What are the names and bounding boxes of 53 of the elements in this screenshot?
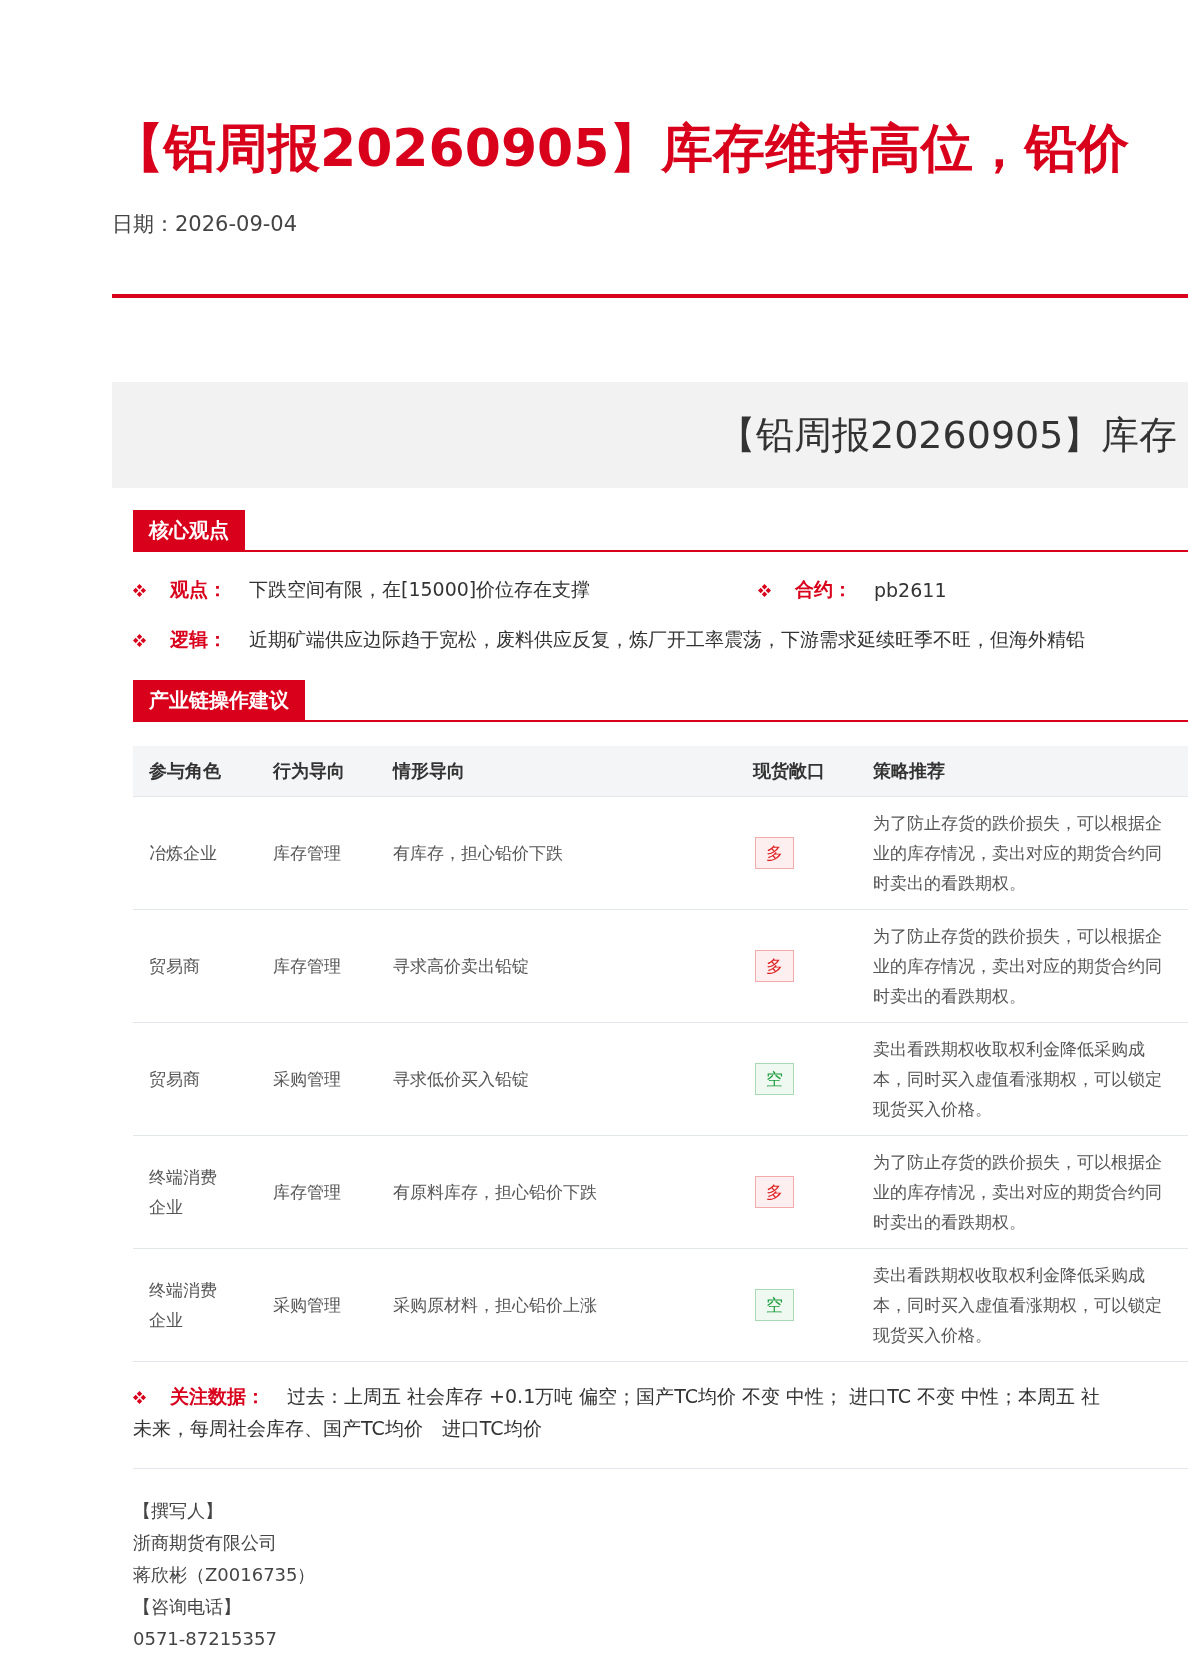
column-header: 参与角色 [148, 759, 222, 783]
exposure-badge: 空 [755, 1063, 794, 1095]
column-header: 策略推荐 [872, 759, 946, 783]
table-cell-text: 有库存，担心铅价下跌 [392, 842, 564, 865]
footer-text: 【咨询电话】 [133, 1595, 241, 1619]
table-cell-text: 寻求高价卖出铅锭 [392, 955, 530, 978]
table-cell-text: 为了防止存货的跌价损失，可以根据企 业的库存情况，卖出对应的期货合约同 时卖出的看跌期权。 [872, 925, 1163, 1008]
report-title: 【铅周报20260905】库存维持高位，铅价 [112, 117, 1130, 180]
title-banner: 【铅周报20260905】库存 [112, 382, 1188, 488]
logic-text: 近期矿端供应边际趋于宽松，废料供应反复，炼厂开工率震荡，下游需求延续旺季不旺，但海外精铅 [249, 627, 1085, 652]
table-cell-text: 卖出看跌期权收取权利金降低采购成 本，同时买入虚值看涨期权，可以锁定 现货买入价格。 [872, 1264, 1163, 1347]
exposure-badge: 多 [755, 950, 794, 982]
table-cell-text: 寻求低价买入铅锭 [392, 1068, 530, 1091]
footer-text: 0571-87215357 [133, 1627, 277, 1651]
bullet-icon [758, 583, 771, 597]
bullet-icon [133, 633, 146, 647]
column-header: 现货敞口 [751, 759, 826, 783]
exposure-badge: 多 [755, 837, 794, 869]
table-cell-text: 有原料库存，担心铅价下跌 [392, 1181, 598, 1204]
table-cell-text: 终端消费企业 [148, 1279, 218, 1332]
section-heading: 产业链操作建议 [133, 680, 305, 720]
focus-text: 未来，每周社会库存、国产TC均价 进口TC均价 [133, 1416, 543, 1441]
contract-label: 合约： [795, 577, 852, 602]
contract-text: pb2611 [874, 579, 947, 601]
table-cell-text: 库存管理 [272, 1181, 342, 1204]
table-cell-text: 卖出看跌期权收取权利金降低采购成 本，同时买入虚值看涨期权，可以锁定 现货买入价格。 [872, 1038, 1163, 1121]
table-cell-text: 库存管理 [272, 842, 342, 865]
focus-text: 过去：上周五 社会库存 +0.1万吨 偏空；国产TC均价 不变 中性； 进口TC 不变 中性；本周五 社 [287, 1384, 1100, 1409]
view-text: 下跌空间有限，在[15000]价位存在支撑 [249, 577, 591, 602]
focus-label: 关注数据： [170, 1384, 265, 1409]
footer-text: 蒋欣彬（Z0016735） [133, 1563, 316, 1587]
table-cell-text: 库存管理 [272, 955, 342, 978]
table-cell-text: 为了防止存货的跌价损失，可以根据企 业的库存情况，卖出对应的期货合约同 时卖出的看跌期权。 [872, 1151, 1163, 1234]
table-cell-text: 冶炼企业 [148, 842, 218, 865]
footer-text: 【撰写人】 [133, 1499, 223, 1523]
table-cell-text: 贸易商 [148, 955, 201, 978]
exposure-badge: 空 [755, 1289, 794, 1321]
table-cell-text: 采购原材料，担心铅价上涨 [392, 1294, 598, 1317]
column-header: 情形导向 [391, 759, 466, 783]
view-label: 观点： [170, 577, 227, 602]
report-date: 日期：2026-09-04 [112, 211, 298, 238]
table-cell-text: 终端消费企业 [148, 1166, 218, 1219]
column-header: 行为导向 [271, 759, 346, 783]
table-cell-text: 采购管理 [272, 1294, 342, 1317]
table-cell-text: 贸易商 [148, 1068, 201, 1091]
bullet-icon [133, 583, 146, 597]
bullet-icon [133, 1390, 146, 1404]
footer-text: 浙商期货有限公司 [133, 1531, 277, 1555]
logic-label: 逻辑： [170, 627, 227, 652]
exposure-badge: 多 [755, 1176, 794, 1208]
table-cell-text: 为了防止存货的跌价损失，可以根据企 业的库存情况，卖出对应的期货合约同 时卖出的看跌期权。 [872, 812, 1163, 895]
table-cell-text: 采购管理 [272, 1068, 342, 1091]
section-heading: 核心观点 [133, 510, 245, 550]
